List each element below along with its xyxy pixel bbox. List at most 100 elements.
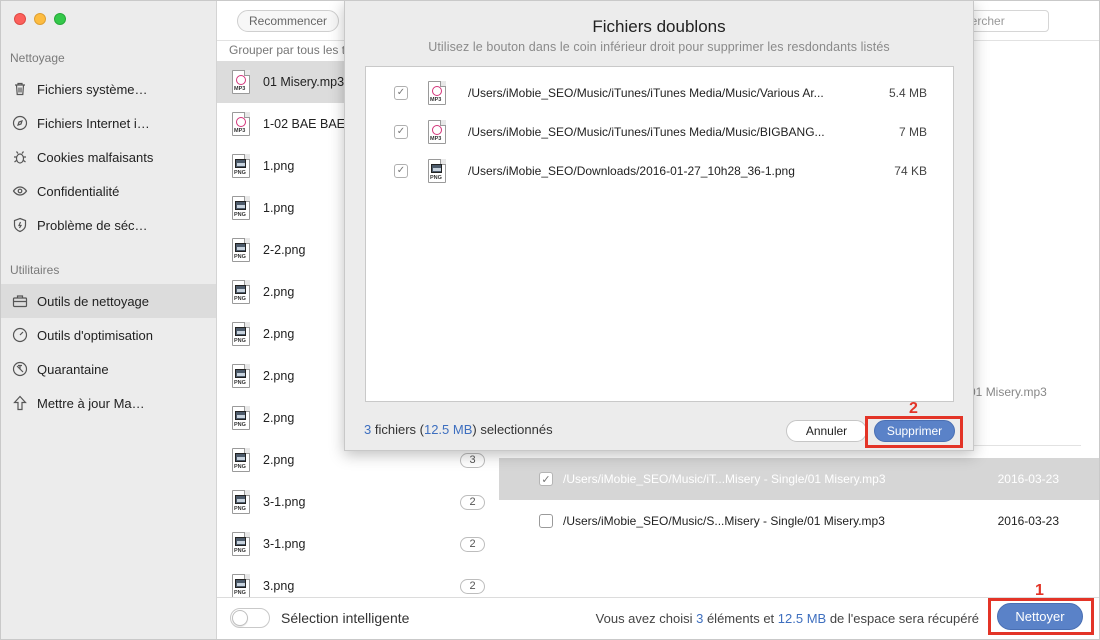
app-window: Nettoyage Fichiers système… Fichiers Int…	[0, 0, 1100, 640]
file-name: 1.png	[263, 159, 295, 173]
sidebar-item-label: Outils d'optimisation	[37, 327, 153, 343]
png-file-icon: PNG	[232, 196, 250, 220]
window-controls	[14, 13, 66, 25]
file-name: 1-02 BAE BAE	[263, 117, 345, 131]
sidebar-item-fichiers-internet[interactable]: Fichiers Internet i…	[1, 106, 216, 140]
sidebar-item-probleme-securite[interactable]: Problème de séc…	[1, 208, 216, 242]
file-size: 74 KB	[894, 163, 927, 178]
duplicate-count-badge: 2	[460, 536, 485, 552]
sidebar-item-outils-nettoyage[interactable]: Outils de nettoyage	[1, 284, 216, 318]
file-name: 2-2.png	[263, 243, 306, 257]
file-name: 1.png	[263, 201, 295, 215]
png-file-icon: PNG	[232, 448, 250, 472]
mp3-file-icon: MP3	[428, 119, 446, 144]
sidebar-item-fichiers-systeme[interactable]: Fichiers système…	[1, 72, 216, 106]
trash-icon	[11, 80, 29, 98]
selected-count: 3 fichiers (12.5 MB) selectionnés	[364, 422, 553, 437]
list-item[interactable]: PNG 3-1.png 2	[217, 481, 499, 523]
dialog-file-list: ✓ MP3 /Users/iMobie_SEO/Music/iTunes/iTu…	[365, 66, 954, 402]
png-file-icon: PNG	[232, 238, 250, 262]
file-name: 3.png	[263, 579, 295, 593]
close-window-button[interactable]	[14, 13, 26, 25]
sidebar-item-label: Fichiers système…	[37, 81, 148, 97]
bug-icon	[11, 148, 29, 166]
file-name: 3-1.png	[263, 495, 306, 509]
step-marker: 2	[909, 400, 918, 417]
row-path: /Users/iMobie_SEO/Music/iT...Misery - Si…	[563, 472, 886, 486]
file-path: /Users/iMobie_SEO/Downloads/2016-01-27_1…	[468, 163, 795, 178]
toggle-knob	[232, 610, 248, 626]
sidebar: Nettoyage Fichiers système… Fichiers Int…	[1, 1, 217, 639]
sidebar-item-label: Confidentialité	[37, 183, 120, 199]
row-path: /Users/iMobie_SEO/Music/S...Misery - Sin…	[563, 514, 885, 528]
png-file-icon: PNG	[232, 280, 250, 304]
restart-button[interactable]: Recommencer	[237, 10, 340, 32]
sidebar-item-cookies[interactable]: Cookies malfaisants	[1, 140, 216, 174]
zoom-window-button[interactable]	[54, 13, 66, 25]
row-date: 2016-03-23	[997, 472, 1059, 486]
row-checkbox[interactable]	[539, 514, 553, 528]
section-title-nettoyage: Nettoyage	[10, 51, 65, 65]
sidebar-item-outils-optimisation[interactable]: Outils d'optimisation	[1, 318, 216, 352]
sidebar-item-label: Quarantaine	[37, 361, 109, 377]
cancel-button[interactable]: Annuler	[786, 420, 867, 442]
list-item[interactable]: ✓ MP3 /Users/iMobie_SEO/Music/iTunes/iTu…	[366, 73, 953, 112]
shield-icon	[11, 216, 29, 234]
smart-selection-toggle[interactable]	[230, 608, 270, 628]
png-file-icon: PNG	[232, 322, 250, 346]
mp3-file-icon: MP3	[428, 80, 446, 105]
sidebar-item-quarantaine[interactable]: Quarantaine	[1, 352, 216, 386]
section-title-utilitaires: Utilitaires	[10, 263, 60, 277]
gauge-icon	[11, 326, 29, 344]
png-file-icon: PNG	[232, 490, 250, 514]
dialog-subtitle: Utilisez le bouton dans le coin inférieu…	[428, 40, 890, 54]
row-checkbox[interactable]: ✓	[539, 472, 553, 486]
selection-summary: Vous avez choisi 3 éléments et 12.5 MB d…	[595, 611, 979, 626]
mp3-file-icon: MP3	[232, 112, 250, 136]
highlight-box	[865, 416, 963, 448]
table-row[interactable]: /Users/iMobie_SEO/Music/S...Misery - Sin…	[499, 500, 1099, 542]
file-size: 5.4 MB	[888, 85, 927, 100]
minimize-window-button[interactable]	[34, 13, 46, 25]
row-checkbox[interactable]: ✓	[394, 85, 408, 100]
file-name: 2.png	[263, 369, 295, 383]
png-file-icon: PNG	[232, 406, 250, 430]
eye-icon	[11, 182, 29, 200]
sidebar-item-label: Mettre à jour Ma…	[37, 395, 145, 411]
sidebar-item-mettre-a-jour[interactable]: Mettre à jour Ma…	[1, 386, 216, 420]
bottom-bar: Sélection intelligente Vous avez choisi …	[217, 597, 1099, 639]
sidebar-item-label: Fichiers Internet i…	[37, 115, 150, 131]
png-file-icon: PNG	[232, 574, 250, 597]
highlight-box	[988, 598, 1094, 635]
dialog-title: Fichiers doublons	[592, 17, 726, 36]
list-item[interactable]: ✓ PNG /Users/iMobie_SEO/Downloads/2016-0…	[366, 151, 953, 190]
png-file-icon: PNG	[232, 364, 250, 388]
list-item[interactable]: ✓ MP3 /Users/iMobie_SEO/Music/iTunes/iTu…	[366, 112, 953, 151]
file-name: 2.png	[263, 411, 295, 425]
list-item[interactable]: PNG 3.png 2	[217, 565, 499, 597]
group-by-label[interactable]: Grouper par tous les t	[229, 43, 345, 57]
row-checkbox[interactable]: ✓	[394, 163, 408, 178]
row-checkbox[interactable]: ✓	[394, 124, 408, 139]
file-name: 2.png	[263, 285, 295, 299]
compass-icon	[11, 114, 29, 132]
smart-selection-label: Sélection intelligente	[281, 610, 410, 626]
png-file-icon: PNG	[232, 532, 250, 556]
table-row[interactable]: ✓ /Users/iMobie_SEO/Music/iT...Misery - …	[499, 458, 1099, 500]
duplicate-files-dialog: Fichiers doublons Utilisez le bouton dan…	[344, 1, 974, 451]
png-file-icon: PNG	[232, 154, 250, 178]
step-marker: 1	[1035, 582, 1044, 599]
list-item[interactable]: PNG 3-1.png 2	[217, 523, 499, 565]
sidebar-item-confidentialite[interactable]: Confidentialité	[1, 174, 216, 208]
duplicate-count-badge: 2	[460, 578, 485, 594]
toolbox-icon	[11, 292, 29, 310]
sidebar-item-label: Cookies malfaisants	[37, 149, 154, 165]
file-name: 2.png	[263, 327, 295, 341]
sidebar-item-label: Outils de nettoyage	[37, 293, 150, 309]
arrow-up-icon	[11, 394, 29, 412]
quarantine-icon	[11, 360, 29, 378]
file-size: 7 MB	[898, 124, 927, 139]
duplicate-count-badge: 2	[460, 494, 485, 510]
file-path: /Users/iMobie_SEO/Music/iTunes/iTunes Me…	[468, 124, 825, 139]
row-date: 2016-03-23	[997, 514, 1059, 528]
